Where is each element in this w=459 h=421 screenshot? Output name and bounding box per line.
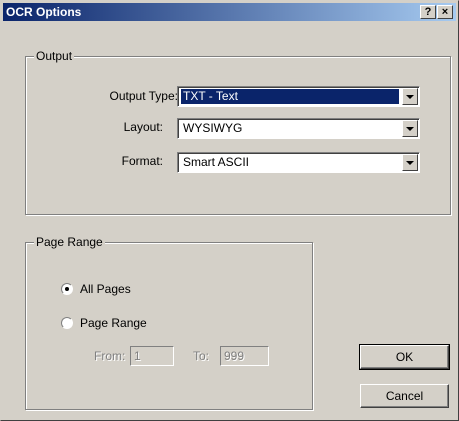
format-select[interactable]: Smart ASCII [177,152,420,173]
from-input[interactable]: 1 [130,346,174,366]
page-range-legend: Page Range [34,235,105,249]
layout-label: Layout: [123,120,163,134]
format-label: Format: [121,154,163,168]
layout-dropdown-button[interactable] [402,120,418,137]
output-type-select[interactable]: TXT - Text [177,86,420,107]
layout-select[interactable]: WYSIWYG [177,118,420,139]
output-type-dropdown-button[interactable] [402,88,418,105]
ocr-options-dialog: OCR Options ? × Output Output Type: TXT … [0,0,459,421]
output-type-label: Output Type: [109,89,179,103]
close-button[interactable]: × [437,5,453,19]
format-value: Smart ASCII [183,155,250,169]
from-label: From: [94,349,126,363]
ok-button[interactable]: OK [359,344,450,370]
dialog-title: OCR Options [6,5,82,19]
page-range-radio[interactable] [61,317,73,329]
all-pages-label[interactable]: All Pages [80,282,131,296]
output-group: Output Output Type: TXT - Text Layout: W… [25,49,451,215]
title-bar[interactable]: OCR Options ? × [3,3,456,21]
to-input[interactable]: 999 [220,346,269,366]
all-pages-radio[interactable] [61,283,73,295]
help-button[interactable]: ? [420,5,436,19]
output-group-legend: Output [34,49,75,63]
layout-value: WYSIWYG [183,121,243,135]
format-dropdown-button[interactable] [402,154,418,171]
output-type-value: TXT - Text [181,89,399,104]
radio-selected-dot [65,287,69,291]
to-label: To: [193,349,210,363]
page-range-label[interactable]: Page Range [80,316,147,330]
cancel-button[interactable]: Cancel [360,384,449,408]
page-range-group: Page Range All Pages Page Range From: 1 … [25,235,313,410]
